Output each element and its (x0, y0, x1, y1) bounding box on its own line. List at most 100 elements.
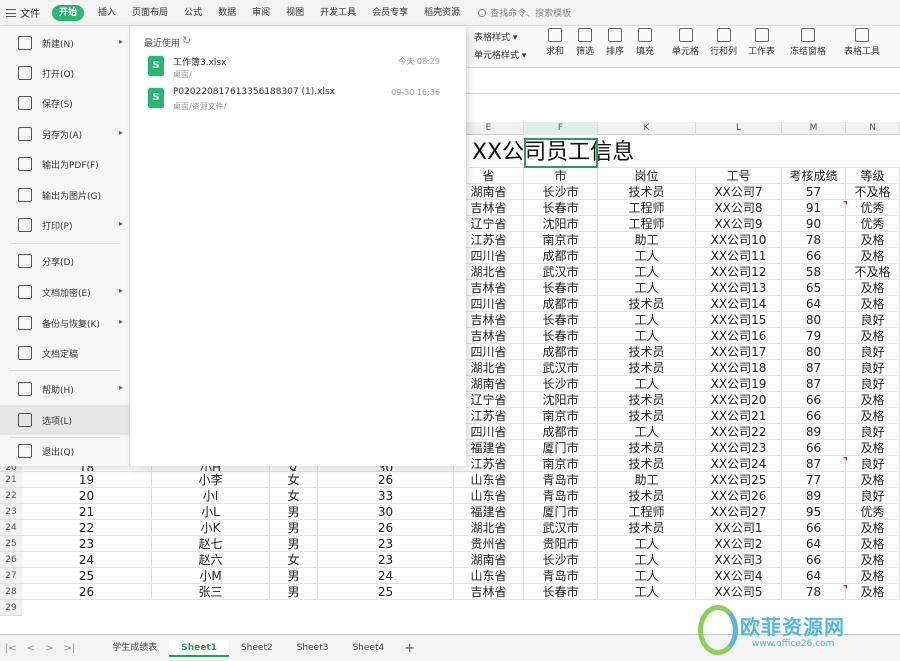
table-cell[interactable]: XX公司5 (696, 584, 782, 600)
table-cell[interactable]: 优秀 (846, 504, 900, 520)
table-cell[interactable]: 87 (782, 376, 846, 392)
table-cell[interactable]: 良好 (846, 360, 900, 376)
table-tools-button[interactable]: 表格工具 (844, 28, 880, 57)
file-menu-button[interactable]: 文件 (0, 0, 46, 26)
menu-encrypt[interactable]: 文档加密(E) ▸ (0, 277, 130, 307)
table-cell[interactable]: 良好 (846, 488, 900, 504)
table-cell[interactable]: XX公司4 (696, 568, 782, 584)
table-cell[interactable]: 长沙市 (524, 552, 598, 568)
table-cell[interactable]: 南京市 (524, 456, 598, 472)
table-cell[interactable]: 64 (782, 568, 846, 584)
table-cell[interactable]: 及格 (846, 552, 900, 568)
table-cell[interactable]: 女 (270, 488, 318, 504)
row-col-button[interactable]: 行和列 (710, 28, 737, 57)
table-cell[interactable]: 长春市 (524, 584, 598, 600)
table-cell[interactable]: XX公司23 (696, 440, 782, 456)
table-cell[interactable]: 57 (782, 184, 846, 200)
table-cell[interactable]: XX公司27 (696, 504, 782, 520)
tab-docer[interactable]: 稻壳资源 (416, 0, 468, 26)
menu-save[interactable]: 保存(S) (0, 88, 130, 118)
table-cell[interactable]: XX公司16 (696, 328, 782, 344)
table-cell[interactable]: 小李 (152, 472, 270, 488)
table-cell[interactable]: 及格 (846, 568, 900, 584)
table-cell[interactable]: 南京市 (524, 408, 598, 424)
table-cell[interactable]: 66 (782, 552, 846, 568)
table-cell[interactable]: 小I (152, 488, 270, 504)
tab-formulas[interactable]: 公式 (176, 0, 210, 26)
table-cell[interactable]: XX公司11 (696, 248, 782, 264)
tab-member[interactable]: 会员专享 (364, 0, 416, 26)
table-cell[interactable]: 长沙市 (524, 376, 598, 392)
table-cell[interactable]: 良好 (846, 424, 900, 440)
table-cell[interactable]: 吉林省 (454, 584, 524, 600)
prev-sheet-nav[interactable]: < (22, 643, 40, 654)
sort-button[interactable]: 排序 (606, 28, 624, 57)
menu-options[interactable]: 选项(L) (0, 405, 130, 435)
table-cell[interactable]: 64 (782, 296, 846, 312)
cell-button[interactable]: 单元格 (672, 28, 699, 57)
table-cell[interactable]: 技术员 (598, 408, 696, 424)
table-cell[interactable]: 福建省 (454, 504, 524, 520)
table-cell[interactable]: 及格 (846, 328, 900, 344)
menu-help[interactable]: 帮助(H) ▸ (0, 374, 130, 404)
table-cell[interactable]: 58 (782, 264, 846, 280)
table-cell[interactable]: 23 (22, 536, 152, 552)
table-cell[interactable]: XX公司18 (696, 360, 782, 376)
table-cell[interactable]: 沈阳市 (524, 216, 598, 232)
table-cell[interactable]: 武汉市 (524, 520, 598, 536)
table-cell[interactable]: 技术员 (598, 440, 696, 456)
last-sheet-nav[interactable]: >| (59, 643, 81, 654)
table-cell[interactable]: 沈阳市 (524, 392, 598, 408)
table-cell[interactable]: 武汉市 (524, 360, 598, 376)
table-cell[interactable]: 良好 (846, 376, 900, 392)
table-cell[interactable]: XX公司22 (696, 424, 782, 440)
menu-backup[interactable]: 备份与恢复(K) ▸ (0, 308, 130, 338)
header-cell[interactable]: 考核成绩 (782, 168, 846, 184)
table-cell[interactable]: 湖南省 (454, 552, 524, 568)
table-cell[interactable]: 23 (318, 536, 454, 552)
table-cell[interactable]: 山东省 (454, 472, 524, 488)
table-cell[interactable]: 厦门市 (524, 440, 598, 456)
table-cell[interactable]: 女 (270, 472, 318, 488)
col-header-f[interactable]: F (524, 122, 598, 135)
table-cell[interactable]: 及格 (846, 392, 900, 408)
menu-open[interactable]: 打开(O) (0, 58, 130, 88)
table-cell[interactable]: 19 (22, 472, 152, 488)
table-cell[interactable]: 技术员 (598, 392, 696, 408)
table-cell[interactable]: 长春市 (524, 200, 598, 216)
table-cell[interactable]: 助工 (598, 472, 696, 488)
header-cell[interactable]: 岗位 (598, 168, 696, 184)
table-cell[interactable]: 30 (318, 504, 454, 520)
freeze-panes-button[interactable]: 冻结窗格 (790, 28, 826, 57)
table-cell[interactable]: 91 (782, 200, 846, 216)
table-cell[interactable]: 工人 (598, 536, 696, 552)
table-cell[interactable]: XX公司10 (696, 232, 782, 248)
table-cell[interactable]: 男 (270, 520, 318, 536)
table-cell[interactable]: XX公司12 (696, 264, 782, 280)
menu-new[interactable]: 新建(N) ▸ (0, 28, 130, 58)
table-cell[interactable]: 男 (270, 536, 318, 552)
table-cell[interactable]: 青岛市 (524, 568, 598, 584)
add-sheet-button[interactable]: + (396, 641, 423, 656)
table-cell[interactable]: 技术员 (598, 456, 696, 472)
table-cell[interactable]: 长春市 (524, 280, 598, 296)
menu-export-pdf[interactable]: 输出为PDF(F) (0, 149, 130, 179)
table-cell[interactable]: 及格 (846, 280, 900, 296)
table-cell[interactable]: 及格 (846, 520, 900, 536)
table-cell[interactable]: 工人 (598, 424, 696, 440)
table-cell[interactable]: 22 (22, 520, 152, 536)
table-cell[interactable]: 张三 (152, 584, 270, 600)
table-cell[interactable]: 及格 (846, 408, 900, 424)
table-cell[interactable]: 89 (782, 424, 846, 440)
table-cell[interactable]: 33 (318, 488, 454, 504)
table-cell[interactable]: 男 (270, 504, 318, 520)
first-sheet-nav[interactable]: |< (0, 643, 22, 654)
table-cell[interactable]: 工人 (598, 264, 696, 280)
header-cell[interactable]: 等级 (846, 168, 900, 184)
col-header-m[interactable]: M (782, 122, 846, 135)
table-cell[interactable]: 工人 (598, 312, 696, 328)
table-cell[interactable]: 赵七 (152, 536, 270, 552)
table-cell[interactable]: 山东省 (454, 488, 524, 504)
table-cell[interactable]: 优秀 (846, 200, 900, 216)
table-cell[interactable]: 不及格 (846, 184, 900, 200)
